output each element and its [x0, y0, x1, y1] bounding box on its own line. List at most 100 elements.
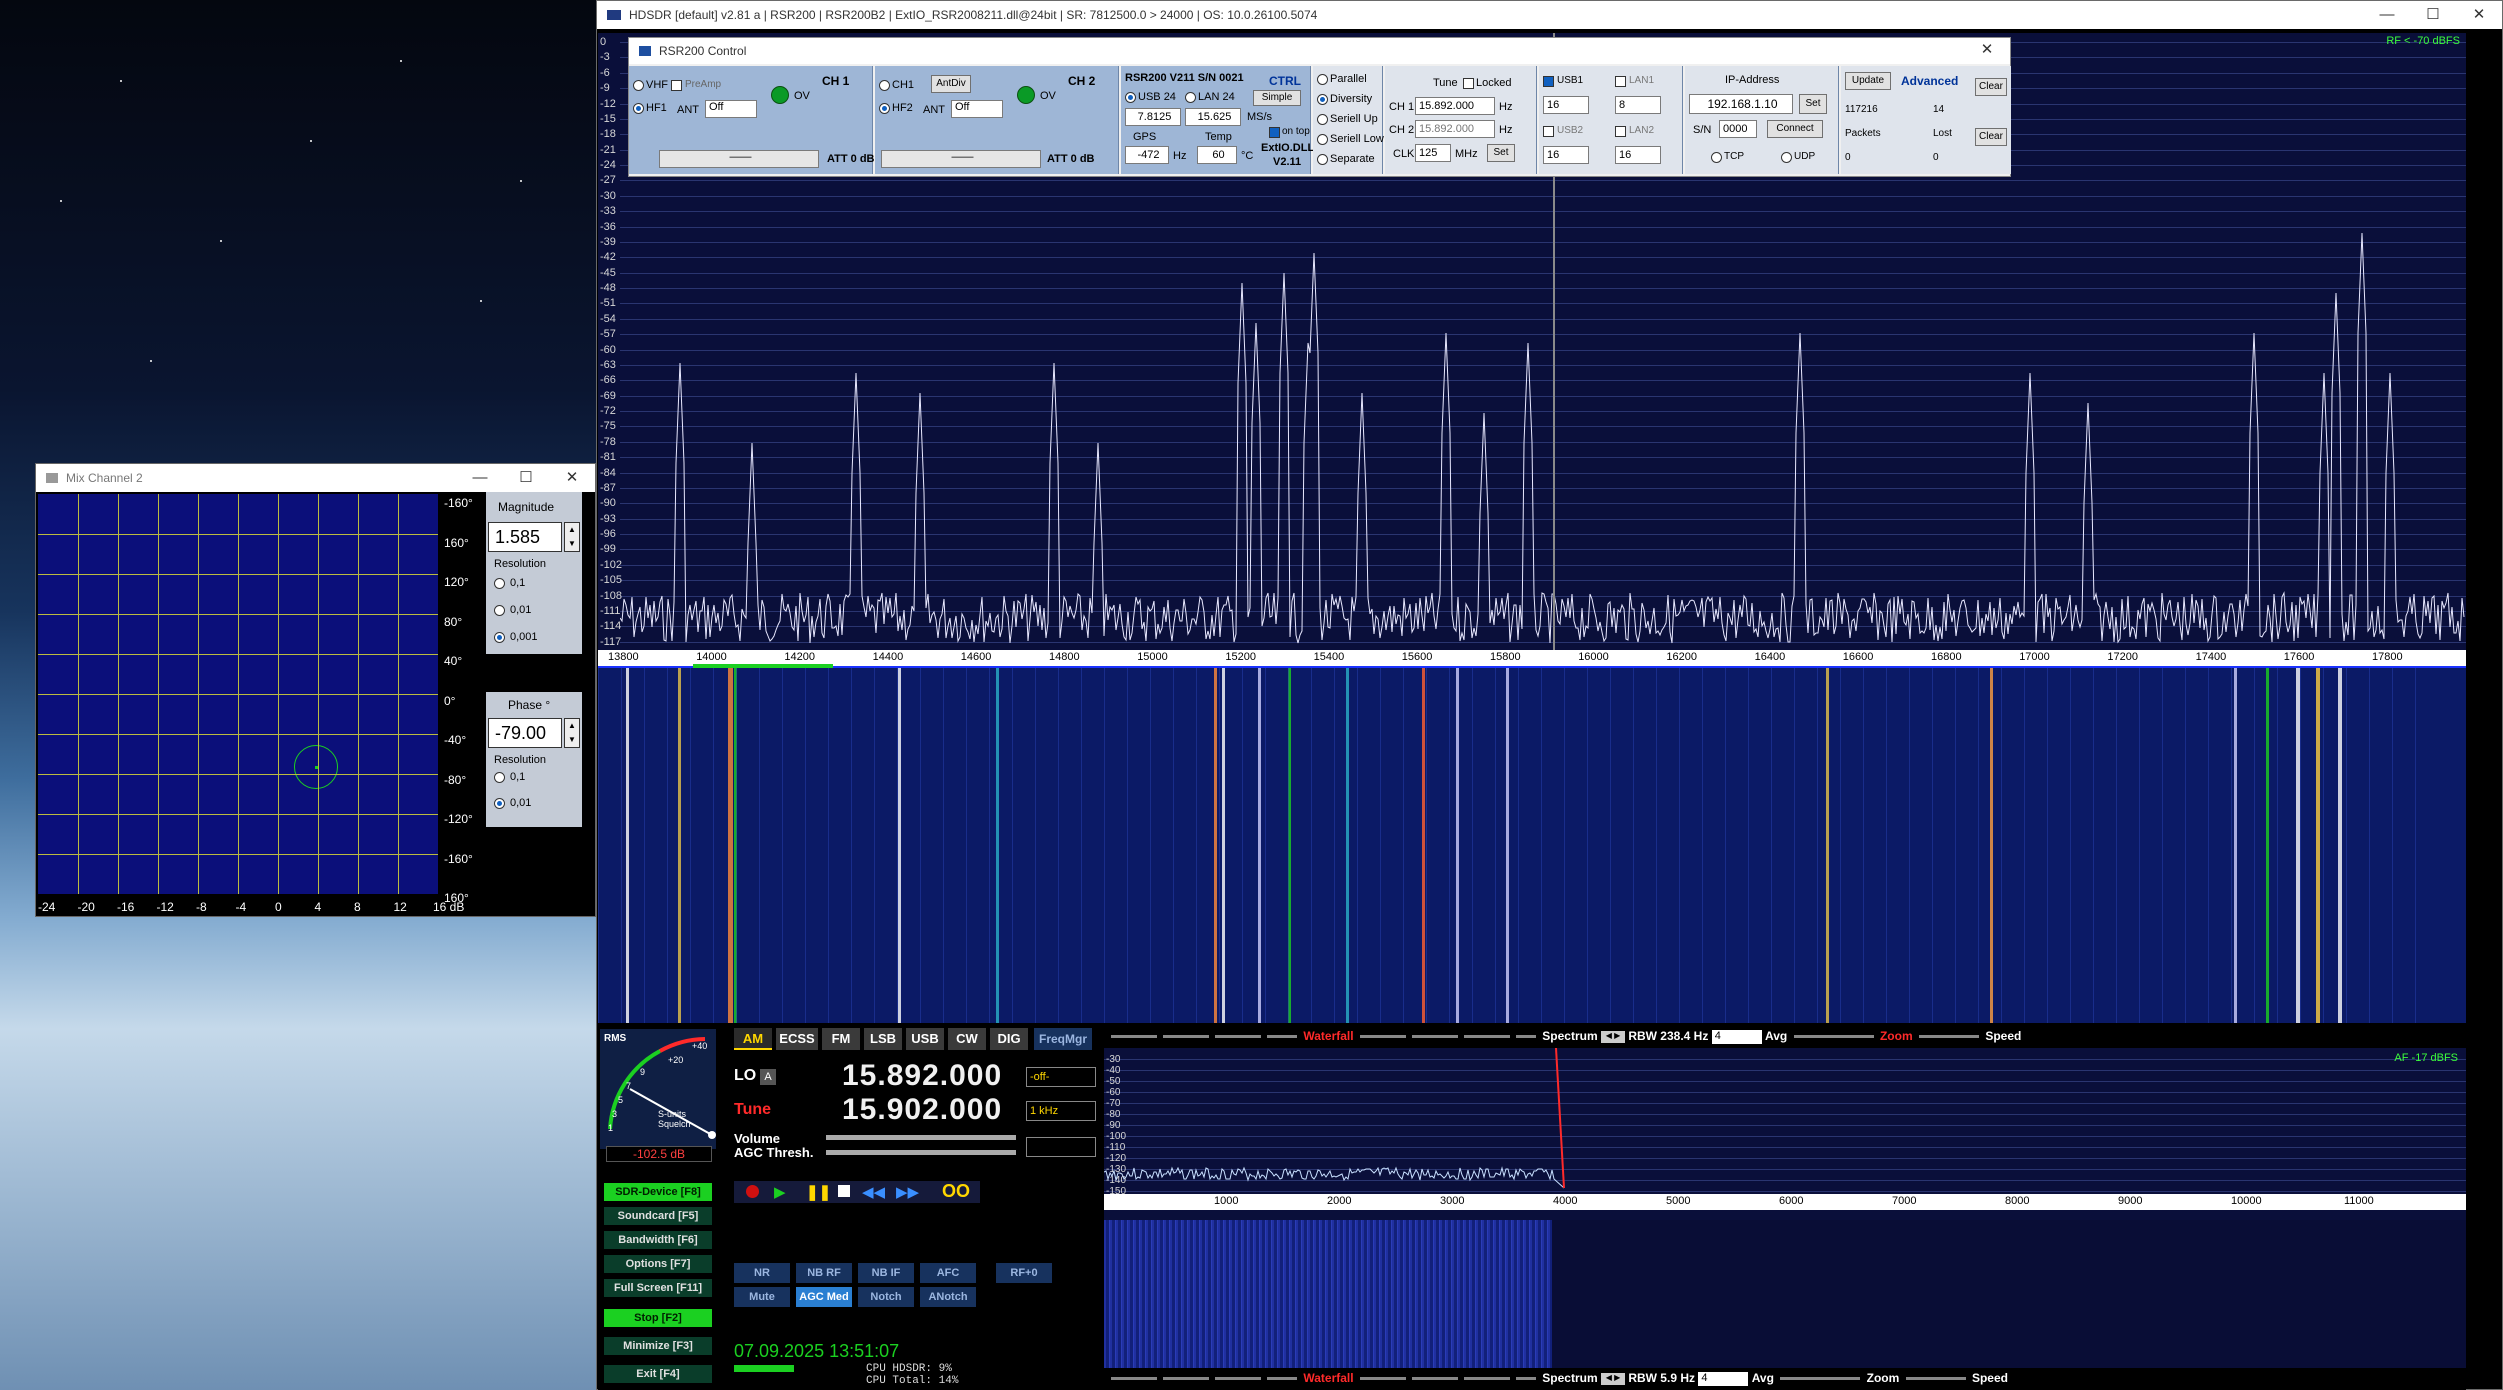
udp-radio[interactable]: [1781, 152, 1792, 163]
mag-res-radio[interactable]: [494, 632, 505, 643]
clk-field[interactable]: 125: [1415, 144, 1451, 162]
mode-lsb[interactable]: LSB: [864, 1028, 902, 1050]
options-button[interactable]: Options [F7]: [604, 1255, 712, 1273]
loop-icon[interactable]: OO: [942, 1181, 970, 1202]
rf-frequency-axis[interactable]: 13800 14000 14200 14400 14600 14800 15000 15200…: [598, 650, 2466, 668]
connect-button[interactable]: Connect: [1767, 120, 1823, 138]
mute-button[interactable]: Mute: [734, 1287, 790, 1307]
mix-maximize-icon[interactable]: ☐: [503, 464, 549, 492]
ip-field[interactable]: 192.168.1.10: [1689, 94, 1793, 114]
nb-rf-button[interactable]: NB RF: [796, 1263, 852, 1283]
rf-waterfall[interactable]: [598, 668, 2466, 1023]
usb1-select[interactable]: 16: [1543, 96, 1589, 114]
sn-field[interactable]: 0000: [1719, 120, 1757, 138]
afc-button[interactable]: AFC: [920, 1263, 976, 1283]
mix-close-icon[interactable]: ✕: [549, 464, 595, 492]
mode-cw[interactable]: CW: [948, 1028, 986, 1050]
nb-if-button[interactable]: NB IF: [858, 1263, 914, 1283]
minimize-button[interactable]: Minimize [F3]: [604, 1337, 712, 1355]
rate1-field[interactable]: 7.8125: [1125, 108, 1181, 126]
mode-fm[interactable]: FM: [822, 1028, 860, 1050]
usb2-checkbox[interactable]: [1543, 126, 1554, 137]
seriell-up-radio[interactable]: [1317, 114, 1328, 125]
hf2-radio[interactable]: [879, 103, 890, 114]
minimize-icon[interactable]: —: [2364, 1, 2410, 29]
phase-spinner-icon[interactable]: ▲ ▼: [564, 718, 580, 748]
fullscreen-button[interactable]: Full Screen [F11]: [604, 1279, 712, 1297]
lan-radio[interactable]: [1185, 92, 1196, 103]
clear2-button[interactable]: Clear: [1975, 128, 2007, 146]
stop-button[interactable]: Stop [F2]: [604, 1309, 712, 1327]
antdiv-button[interactable]: AntDiv: [931, 75, 971, 93]
rsr-titlebar[interactable]: RSR200 Control: [629, 38, 2010, 64]
parallel-radio[interactable]: [1317, 74, 1328, 85]
locked-checkbox[interactable]: [1463, 78, 1474, 89]
play-icon[interactable]: ▶: [774, 1183, 786, 1201]
pause-icon[interactable]: ❚❚: [806, 1183, 831, 1201]
mode-am[interactable]: AM: [734, 1028, 772, 1050]
mode-ecss[interactable]: ECSS: [776, 1028, 818, 1050]
mode-dig[interactable]: DIG: [990, 1028, 1028, 1050]
volume-slider[interactable]: [826, 1135, 1016, 1140]
ch2-ch1-radio[interactable]: [879, 80, 890, 91]
rf0-button[interactable]: RF+0: [996, 1263, 1052, 1283]
freqmgr-button[interactable]: FreqMgr: [1034, 1028, 1092, 1050]
mode-usb[interactable]: USB: [906, 1028, 944, 1050]
hdsdr-titlebar[interactable]: HDSDR [default] v2.81 a | RSR200 | RSR20…: [597, 1, 2502, 29]
notch-button[interactable]: Notch: [858, 1287, 914, 1307]
lan1-checkbox[interactable]: [1615, 76, 1626, 87]
forward-icon[interactable]: ▶▶: [896, 1183, 919, 1201]
magnitude-input[interactable]: 1.585: [488, 522, 562, 552]
phase-magnitude-plot[interactable]: [38, 494, 438, 894]
rewind-icon[interactable]: ◀◀: [862, 1183, 885, 1201]
anotch-button[interactable]: ANotch: [920, 1287, 976, 1307]
tune-set-button[interactable]: Set: [1487, 144, 1515, 162]
rf-avg-select[interactable]: 4: [1711, 1029, 1762, 1044]
af-frequency-axis[interactable]: 1000 2000 3000 4000 5000 6000 7000 8000 9000 1000…: [1104, 1194, 2466, 1210]
mag-res-radio[interactable]: [494, 605, 505, 616]
magnitude-spinner-icon[interactable]: ▲ ▼: [564, 522, 580, 552]
agc-slider[interactable]: [826, 1150, 1016, 1155]
agc-med-button[interactable]: AGC Med: [796, 1287, 852, 1307]
rate2-field[interactable]: 15.625: [1185, 108, 1241, 126]
diversity-radio[interactable]: [1317, 94, 1328, 105]
ch1-att-slider[interactable]: ——: [659, 150, 819, 168]
exit-button[interactable]: Exit [F4]: [604, 1365, 712, 1383]
tune-ch1-field[interactable]: 15.892.000: [1415, 97, 1495, 115]
usb2-select[interactable]: 16: [1543, 146, 1589, 164]
tune-frequency[interactable]: 15.902.000: [842, 1093, 1002, 1127]
rsr-close-icon[interactable]: ✕: [1964, 37, 2010, 63]
stop-icon[interactable]: [838, 1185, 850, 1197]
lo-frequency[interactable]: 15.892.000: [842, 1059, 1002, 1093]
lo-option-select[interactable]: -off-: [1026, 1067, 1096, 1087]
af-display-strip[interactable]: Waterfall Spectrum ◀ ▶ RBW 5.9 Hz 4 Avg …: [1108, 1371, 2008, 1386]
tune-step-select[interactable]: 1 kHz: [1026, 1101, 1096, 1121]
ch1-ant-select[interactable]: Off: [705, 100, 757, 118]
af-avg-select[interactable]: 4: [1698, 1371, 1749, 1386]
close-icon[interactable]: ✕: [2456, 1, 2502, 29]
rf-display-strip[interactable]: Waterfall Spectrum ◀ ▶ RBW 238.4 Hz 4 Av…: [1108, 1029, 2021, 1044]
clear1-button[interactable]: Clear: [1975, 78, 2007, 96]
lan2-checkbox[interactable]: [1615, 126, 1626, 137]
record-icon[interactable]: [746, 1185, 759, 1198]
tcp-radio[interactable]: [1711, 152, 1722, 163]
usb1-checkbox[interactable]: [1543, 76, 1554, 87]
tune-ch2-field[interactable]: 15.892.000: [1415, 120, 1495, 138]
preamp-checkbox[interactable]: [671, 80, 682, 91]
soundcard-button[interactable]: Soundcard [F5]: [604, 1207, 712, 1225]
separate-radio[interactable]: [1317, 154, 1328, 165]
agc-select[interactable]: [1026, 1137, 1096, 1157]
usb-radio[interactable]: [1125, 92, 1136, 103]
sdr-device-button[interactable]: SDR-Device [F8]: [604, 1183, 712, 1201]
nr-button[interactable]: NR: [734, 1263, 790, 1283]
ontop-checkbox[interactable]: [1269, 127, 1280, 138]
simple-button[interactable]: Simple: [1253, 90, 1301, 106]
maximize-icon[interactable]: ☐: [2410, 1, 2456, 29]
lan2-select[interactable]: 16: [1615, 146, 1661, 164]
phase-res-radio[interactable]: [494, 798, 505, 809]
lan1-select[interactable]: 8: [1615, 96, 1661, 114]
update-button[interactable]: Update: [1845, 72, 1891, 90]
vhf-radio[interactable]: [633, 80, 644, 91]
ip-set-button[interactable]: Set: [1799, 94, 1827, 114]
phase-res-radio[interactable]: [494, 772, 505, 783]
